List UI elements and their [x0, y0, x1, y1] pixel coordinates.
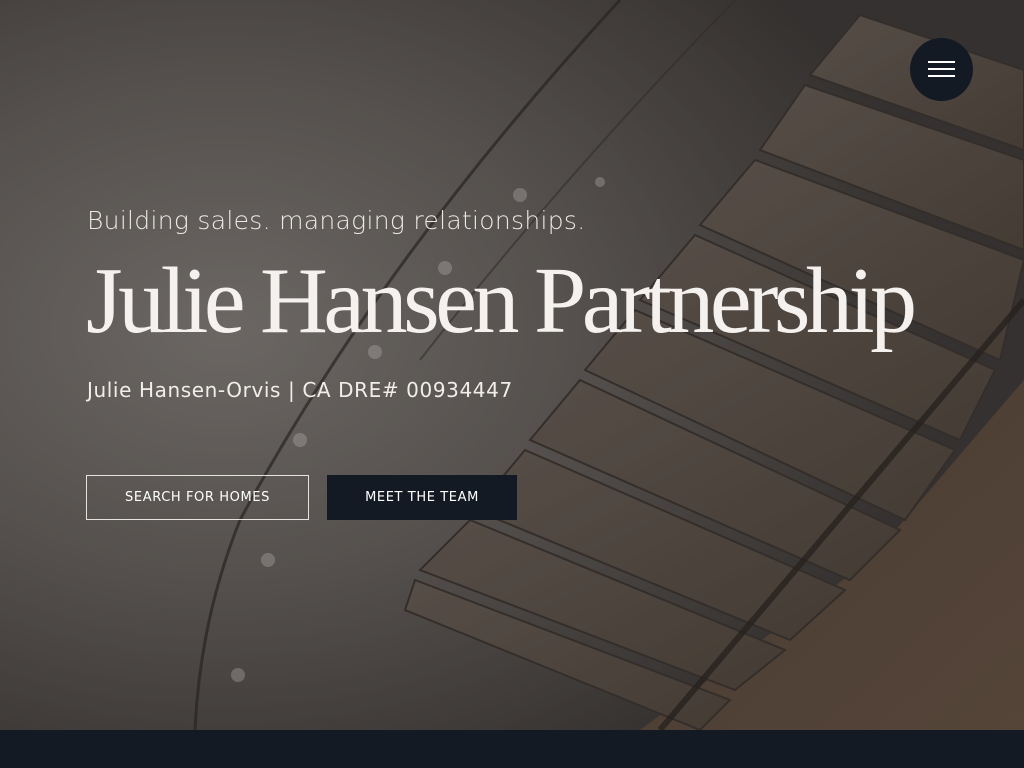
staircase-background-image	[0, 0, 1024, 730]
menu-button[interactable]	[910, 38, 973, 101]
hero-title: Julie Hansen Partnership	[86, 249, 917, 353]
meet-the-team-button[interactable]: MEET THE TEAM	[327, 475, 517, 520]
hero-tagline: Building sales. managing relationships.	[87, 206, 586, 235]
search-for-homes-button[interactable]: SEARCH FOR HOMES	[86, 475, 309, 520]
hero-section: Building sales. managing relationships. …	[0, 0, 1024, 730]
section-divider-band	[0, 730, 1024, 768]
hamburger-menu-icon-bar	[928, 75, 955, 77]
hero-subtitle: Julie Hansen-Orvis | CA DRE# 00934447	[87, 378, 513, 402]
hamburger-menu-icon	[928, 61, 955, 63]
hamburger-menu-icon-bar	[928, 68, 955, 70]
